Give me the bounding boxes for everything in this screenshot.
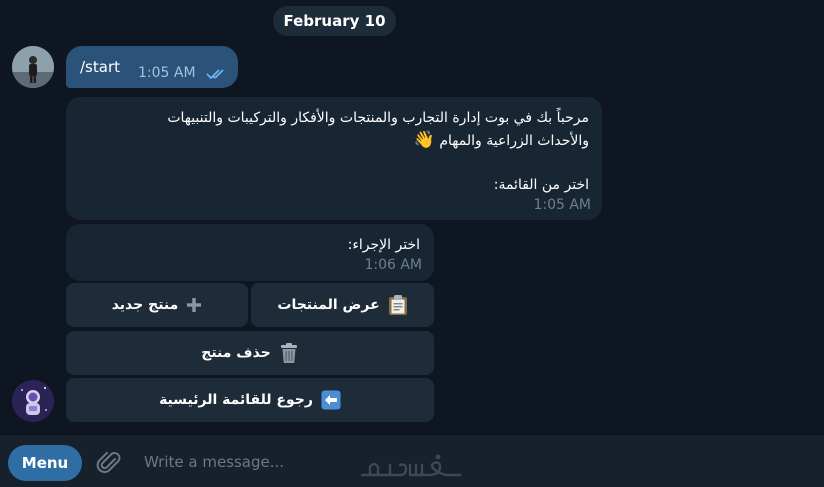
view-products-button[interactable]: عرض المنتجات	[251, 283, 434, 327]
action-prompt-message[interactable]: اختر الإجراء: 1:06 AM	[66, 224, 434, 281]
message-time: 1:06 AM	[364, 257, 422, 273]
outgoing-message[interactable]: /start 1:05 AM	[66, 46, 238, 88]
waving-hand-emoji: 👋	[413, 130, 435, 150]
double-check-icon	[206, 69, 224, 80]
welcome-message[interactable]: مرحباً بك في بوت إدارة التجارب والمنتجات…	[66, 97, 602, 220]
message-time: 1:05 AM	[533, 197, 591, 213]
trash-icon	[279, 342, 299, 364]
back-arrow-icon	[321, 390, 341, 410]
message-time: 1:05 AM	[138, 65, 196, 81]
welcome-line-1: مرحباً بك في بوت إدارة التجارب والمنتجات…	[167, 110, 589, 126]
plus-icon	[186, 297, 202, 313]
message-input[interactable]	[136, 447, 796, 477]
action-prompt-text: اختر الإجراء:	[347, 237, 420, 253]
welcome-line-2: والأحداث الزراعية والمهام 👋	[414, 129, 589, 152]
message-text: /start	[80, 58, 120, 76]
delete-product-label: حذف منتج	[201, 345, 271, 361]
chat-area: February 10 /start 1:05 AM مرحباً بك في …	[0, 0, 824, 434]
delete-product-button[interactable]: حذف منتج	[66, 331, 434, 375]
back-main-menu-button[interactable]: رجوع للقائمة الرئيسية	[66, 378, 434, 422]
back-main-menu-label: رجوع للقائمة الرئيسية	[159, 392, 313, 408]
date-separator: February 10	[273, 6, 396, 36]
view-products-label: عرض المنتجات	[277, 297, 380, 313]
user-avatar[interactable]	[12, 46, 54, 88]
bot-avatar[interactable]	[12, 380, 54, 422]
new-product-label: منتج جديد	[111, 297, 179, 313]
welcome-line-2-text: والأحداث الزراعية والمهام	[439, 133, 589, 149]
paperclip-icon[interactable]	[96, 449, 122, 477]
new-product-button[interactable]: منتج جديد	[66, 283, 248, 327]
menu-button[interactable]: Menu	[8, 445, 82, 481]
composer-bar: Menu	[0, 434, 824, 487]
welcome-line-3: اختر من القائمة:	[493, 177, 589, 193]
clipboard-icon	[388, 294, 408, 316]
